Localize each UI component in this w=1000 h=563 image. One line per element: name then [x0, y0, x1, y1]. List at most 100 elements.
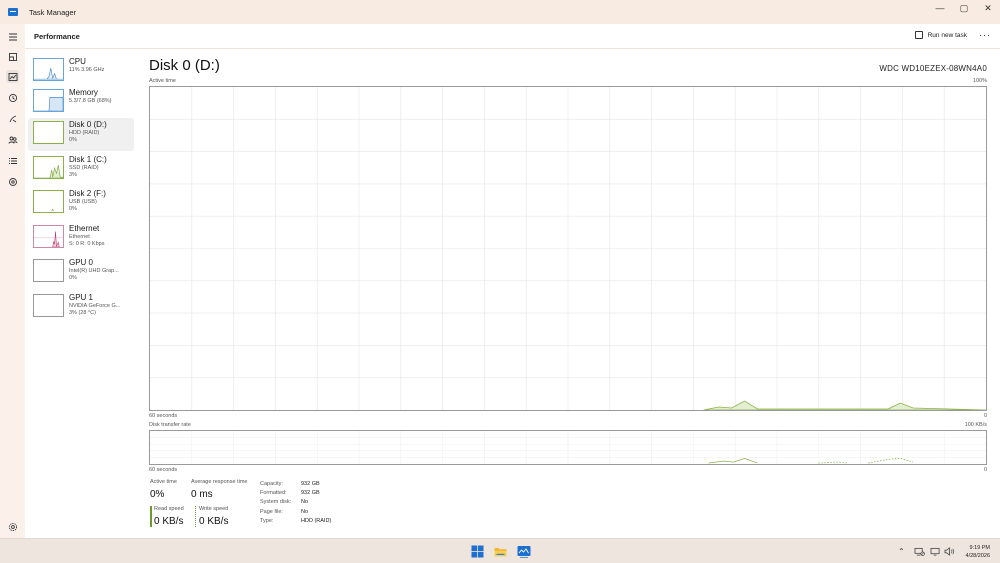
property-key: Type:	[260, 518, 274, 525]
run-task-icon	[914, 31, 923, 39]
task-manager-icon	[8, 8, 18, 16]
device-name: CPU	[69, 57, 86, 66]
show-hidden-icons-chevron-icon[interactable]: ⌃	[898, 547, 905, 556]
hamburger-menu-icon[interactable]	[6, 30, 19, 43]
write-rate-line	[868, 457, 914, 464]
device-usage: 0%	[69, 275, 77, 281]
transfer-rate-svg	[150, 431, 986, 464]
property-row: Formatted: 932 GB	[260, 488, 331, 497]
x-axis-start-label: 60 seconds	[149, 413, 178, 419]
title-bar: Task Manager — ▢ ✕	[0, 0, 1000, 24]
device-usage: 0%	[69, 137, 77, 143]
device-name: Memory	[69, 88, 98, 97]
device-item-disk-2[interactable]: Disk 2 (F:) USB (USB) 0%	[28, 187, 134, 220]
device-usage: 3%	[69, 172, 77, 178]
property-key: Formatted:	[260, 490, 287, 497]
active-time-graph-label: Active time	[149, 78, 176, 84]
task-manager-taskbar-icon[interactable]	[517, 545, 531, 558]
device-item-disk-0[interactable]: Disk 0 (D:) HDD (RAID) 0%	[28, 118, 134, 151]
activity-blip	[703, 400, 986, 410]
device-subtitle: HDD (RAID)	[69, 130, 100, 136]
property-row: Capacity: 932 GB	[260, 479, 331, 488]
read-speed-label: Read speed	[154, 506, 184, 512]
run-new-task-button[interactable]: Run new task	[914, 31, 967, 39]
device-subtitle: 11% 3.96 GHz	[69, 67, 105, 73]
avg-response-value: 0 ms	[191, 489, 213, 500]
display-icon[interactable]	[930, 547, 941, 558]
startup-apps-icon[interactable]	[6, 112, 19, 125]
window-controls: — ▢ ✕	[928, 0, 1000, 16]
active-time-graph	[149, 86, 987, 411]
users-icon[interactable]	[6, 133, 19, 146]
page-title: Performance	[34, 31, 80, 41]
clock-time: 9:19 PM	[969, 545, 990, 551]
taskbar: ⌃ 9:19 PM 4/28/2026	[0, 538, 1000, 563]
device-subtitle: 5.3/7.8 GB (68%)	[69, 98, 112, 104]
app-history-icon[interactable]	[6, 91, 19, 104]
property-key: Page file:	[260, 508, 283, 515]
active-time-stat-value: 0%	[150, 489, 165, 500]
disk0-mini-graph	[33, 121, 64, 144]
network-disconnected-icon[interactable]	[914, 547, 925, 558]
device-item-memory[interactable]: Memory 5.3/7.8 GB (68%)	[28, 86, 134, 119]
device-item-gpu-1[interactable]: GPU 1 NVIDIA GeForce G... 3% (28 °C)	[28, 291, 134, 324]
device-usage: 3% (28 °C)	[69, 310, 96, 316]
clock-date: 4/28/2026	[965, 553, 990, 559]
x-axis-start-label-2: 60 seconds	[149, 467, 178, 473]
transfer-rate-graph	[149, 430, 987, 465]
device-name: GPU 1	[69, 293, 94, 302]
property-key: Capacity:	[260, 480, 283, 487]
device-item-cpu[interactable]: CPU 11% 3.96 GHz	[28, 55, 134, 88]
property-value: 932 GB	[301, 490, 320, 497]
property-value: HDD (RAID)	[301, 518, 332, 525]
disk2-mini-graph	[33, 190, 64, 213]
taskbar-clock[interactable]: 9:19 PM 4/28/2026	[966, 544, 990, 560]
x-axis-end-label-2: 0	[983, 467, 987, 473]
transfer-rate-graph-label: Disk transfer rate	[149, 422, 191, 428]
read-speed-value: 0 KB/s	[154, 516, 184, 527]
device-subtitle: SSD (RAID)	[69, 165, 99, 171]
minimize-button[interactable]: —	[928, 0, 952, 16]
performance-icon[interactable]	[6, 70, 19, 83]
device-item-disk-1[interactable]: Disk 1 (C:) SSD (RAID) 3%	[28, 153, 134, 186]
processes-icon[interactable]	[6, 50, 19, 63]
active-time-max-label: 100%	[972, 78, 987, 84]
close-button[interactable]: ✕	[976, 0, 1000, 16]
write-speed-indicator	[195, 506, 196, 527]
device-item-ethernet[interactable]: Ethernet Ethernet S: 0 R: 0 Kbps	[28, 222, 134, 255]
ethernet-mini-graph	[33, 225, 64, 248]
device-item-gpu-0[interactable]: GPU 0 Intel(R) UHD Grap... 0%	[28, 256, 134, 289]
property-value: 932 GB	[301, 480, 320, 487]
details-icon[interactable]	[6, 154, 19, 167]
disk-properties: Capacity: 932 GB Formatted: 932 GB System …	[260, 479, 331, 526]
device-subtitle: USB (USB)	[69, 199, 97, 205]
device-subtitle: Intel(R) UHD Grap...	[69, 268, 119, 274]
avg-response-label: Average response time	[191, 479, 248, 485]
volume-icon[interactable]	[944, 547, 955, 558]
nav-rail	[0, 24, 25, 538]
gpu1-mini-graph	[33, 294, 64, 317]
start-windows-icon[interactable]	[471, 545, 484, 558]
property-row: System disk: No	[260, 498, 331, 507]
maximize-button[interactable]: ▢	[952, 0, 976, 16]
read-rate-line	[708, 457, 758, 464]
run-new-task-label: Run new task	[927, 31, 967, 39]
device-name: Disk 1 (C:)	[69, 155, 107, 164]
cpu-mini-graph	[33, 58, 64, 81]
active-time-stat-label: Active time	[150, 479, 177, 485]
window-title: Task Manager	[29, 7, 77, 17]
settings-gear-icon[interactable]	[6, 520, 19, 533]
disk1-mini-graph	[33, 156, 64, 179]
active-time-svg	[150, 87, 986, 410]
memory-mini-graph	[33, 89, 64, 112]
file-explorer-icon[interactable]	[494, 545, 507, 558]
device-subtitle: Ethernet	[69, 234, 90, 240]
services-icon[interactable]	[6, 175, 19, 188]
performance-panel: CPU 11% 3.96 GHz Memory 5.3/7.8 GB (68%)…	[25, 49, 1000, 538]
read-speed-indicator	[150, 506, 152, 527]
device-name: Ethernet	[69, 224, 100, 233]
more-options-button[interactable]: ···	[979, 30, 991, 40]
device-name: Disk 2 (F:)	[69, 189, 106, 198]
disk-title: Disk 0 (D:)	[149, 57, 220, 74]
property-value: No	[301, 508, 309, 515]
